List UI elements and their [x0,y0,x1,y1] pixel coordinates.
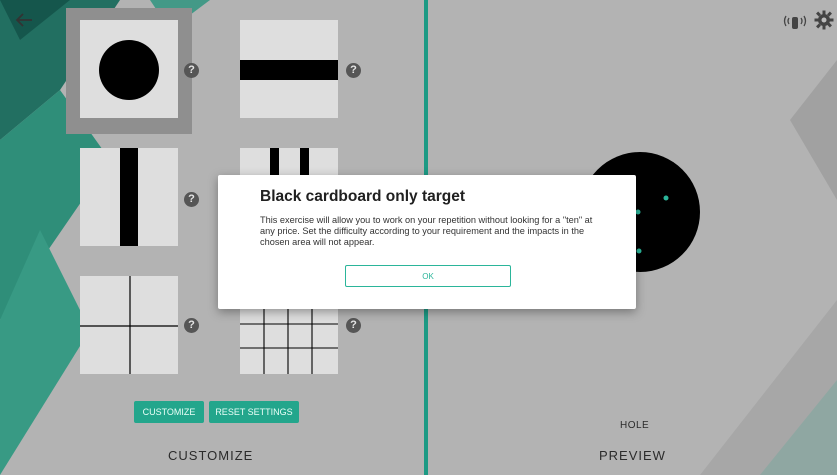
gear-icon[interactable] [814,10,834,30]
help-icon[interactable]: ? [184,63,199,78]
cross-lines-icon [80,276,178,374]
black-disc-icon [99,40,159,100]
help-icon[interactable]: ? [346,63,361,78]
help-icon[interactable]: ? [346,318,361,333]
target-cross-lines[interactable] [80,276,178,374]
dialog-title: Black cardboard only target [260,188,466,205]
target-vertical-bar[interactable] [80,148,178,246]
horizontal-bar-icon [240,60,338,80]
help-icon[interactable]: ? [184,318,199,333]
dialog-body: This exercise will allow you to work on … [260,215,593,247]
wireless-hand-icon[interactable] [782,11,808,33]
info-dialog: Black cardboard only target This exercis… [218,175,636,309]
arrow-left-icon[interactable] [14,12,34,28]
ok-button[interactable]: OK [345,265,511,287]
reset-settings-button[interactable]: RESET SETTINGS [209,401,299,423]
target-horizontal-bar[interactable] [240,20,338,118]
customize-panel-label: CUSTOMIZE [168,448,254,463]
preview-panel-label: PREVIEW [599,448,666,463]
app-screen: ? ? ? ? ? CUSTOMIZE RESET SETTINGS CUSTO… [0,0,837,475]
help-icon[interactable]: ? [184,192,199,207]
customize-button[interactable]: CUSTOMIZE [134,401,204,423]
vertical-bar-icon [120,148,138,246]
target-black-disc[interactable] [80,20,178,118]
hole-label: HOLE [620,420,650,431]
